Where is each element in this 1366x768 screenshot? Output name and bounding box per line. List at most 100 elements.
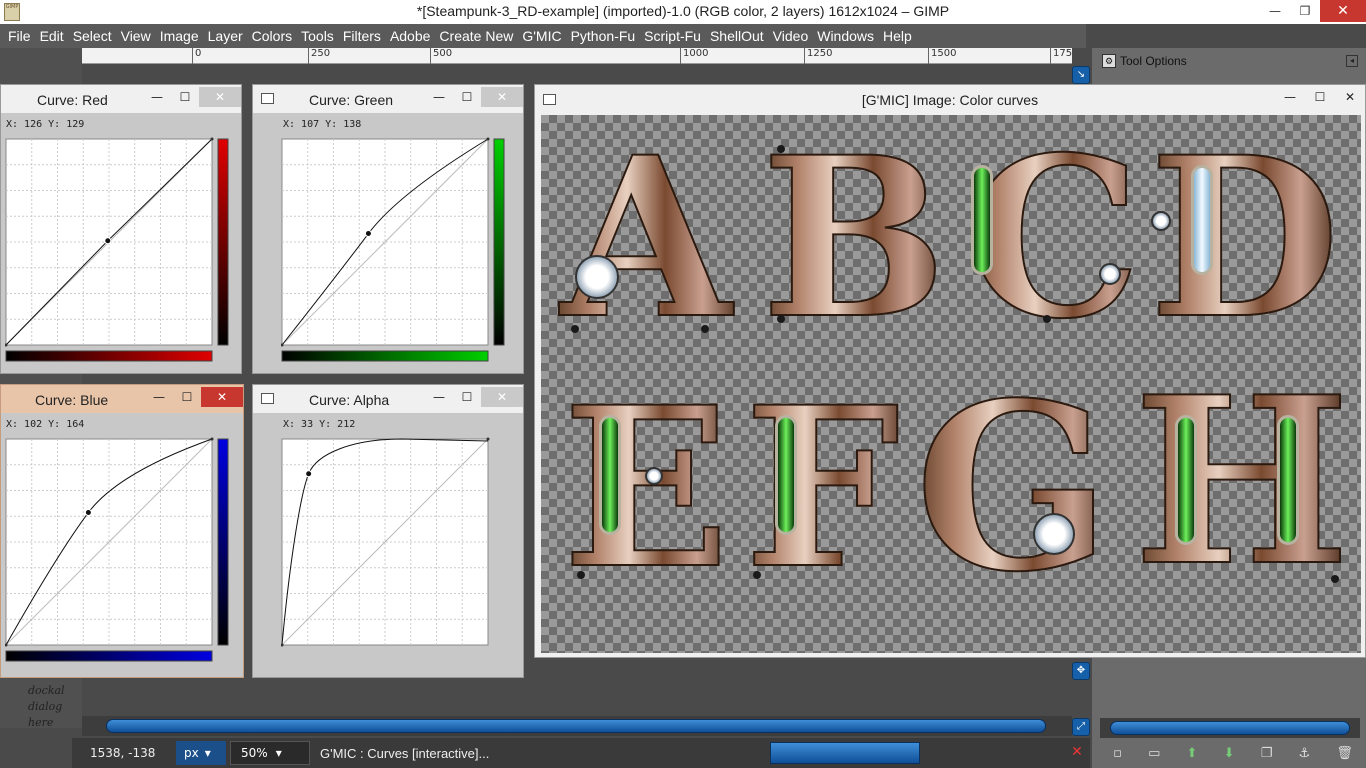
glow-tube — [971, 165, 993, 275]
delete-icon[interactable]: 🗑 — [1336, 746, 1353, 761]
menu-shellout[interactable]: ShellOut — [706, 28, 769, 44]
image-preview[interactable]: A B C D E F G H — [541, 115, 1361, 653]
close-button[interactable]: ✕ — [481, 387, 523, 407]
letter-g: G — [914, 353, 1112, 623]
status-bar: 1538, -138 px ▾ 50% ▾ G'MIC : Curves [inte… — [72, 738, 1090, 768]
menu-select[interactable]: Select — [69, 28, 117, 44]
minimize-button[interactable]: — — [425, 87, 453, 107]
menu-create-new[interactable]: Create New — [435, 28, 518, 44]
menu-windows[interactable]: Windows — [813, 28, 879, 44]
dock-scrollbar[interactable] — [1100, 718, 1360, 738]
close-button[interactable]: ✕ — [481, 87, 523, 107]
menu-python-fu[interactable]: Python-Fu — [567, 28, 641, 44]
ruler-tick: 250 — [308, 48, 330, 64]
progress-bar — [770, 742, 920, 764]
tool-options-tab[interactable]: ⚙ Tool Options — [1102, 54, 1187, 68]
canvas-scrollbar[interactable] — [82, 716, 1072, 736]
dialog-title: Curve: Blue — [35, 392, 109, 408]
folder-icon[interactable]: ▭ — [1148, 746, 1160, 761]
tool-options-icon: ⚙ — [1102, 54, 1116, 68]
curve-graph[interactable] — [281, 435, 521, 663]
curve-coords: X: 33 Y: 212 — [283, 419, 356, 430]
menu-view[interactable]: View — [117, 28, 156, 44]
new-icon[interactable]: ▫ — [1113, 746, 1122, 761]
bolt — [777, 315, 785, 323]
menu-help[interactable]: Help — [879, 28, 917, 44]
menu-file[interactable]: File — [4, 28, 36, 44]
curve-coords: X: 126 Y: 129 — [6, 119, 85, 130]
dialog-header: [G'MIC] Image: Color curves — ☐ ✕ — [535, 85, 1365, 115]
down-icon[interactable]: ⬇ — [1224, 746, 1235, 761]
maximize-button[interactable]: ☐ — [453, 387, 481, 407]
up-icon[interactable]: ⬆ — [1187, 746, 1198, 761]
close-button[interactable]: ✕ — [199, 87, 241, 107]
bolt — [753, 571, 761, 579]
menu-adobe[interactable]: Adobe — [386, 28, 435, 44]
menu-tools[interactable]: Tools — [297, 28, 339, 44]
curve-graph[interactable] — [5, 435, 237, 663]
control-point — [210, 137, 214, 141]
maximize-button[interactable]: ☐ — [1305, 87, 1335, 107]
menu-layer[interactable]: Layer — [204, 28, 248, 44]
maximize-button[interactable]: ❐ — [1290, 0, 1320, 22]
close-button[interactable]: ✕ — [201, 387, 243, 407]
dialog-title: Curve: Red — [37, 92, 108, 108]
navigate-icon[interactable]: ✥ — [1072, 662, 1090, 680]
curve-graph[interactable] — [5, 135, 237, 363]
menu-filters[interactable]: Filters — [339, 28, 386, 44]
maximize-button[interactable]: ☐ — [171, 87, 199, 107]
dialog-header: Curve: Blue — ☐ ✕ — [1, 385, 243, 413]
maximize-button[interactable]: ☐ — [173, 387, 201, 407]
close-button[interactable]: ✕ — [1320, 0, 1366, 22]
dock-button-bar: ▫ ▭ ⬆ ⬇ ❐ ⚓ 🗑 — [1100, 742, 1366, 764]
minimize-button[interactable]: — — [143, 87, 171, 107]
cancel-icon[interactable]: ✕ — [1068, 744, 1086, 762]
quick-mask-icon[interactable]: ↘ — [1072, 66, 1090, 84]
glow-tube — [1191, 165, 1213, 275]
menu-bar: File Edit Select View Image Layer Colors… — [0, 24, 1086, 48]
scrollbar-thumb[interactable] — [1110, 721, 1350, 735]
chevron-down-icon: ▾ — [275, 746, 282, 760]
glow-tube — [1277, 415, 1299, 545]
horizontal-ruler[interactable]: 0 250 500 1000 1250 1500 175 — [82, 48, 1072, 64]
menu-gmic[interactable]: G'MIC — [518, 28, 566, 44]
menu-edit[interactable]: Edit — [36, 28, 69, 44]
curve-panel: X: 33 Y: 212 — [253, 413, 523, 677]
menu-image[interactable]: Image — [156, 28, 204, 44]
zoom-select[interactable]: 50% ▾ — [230, 741, 310, 765]
scrollbar-thumb[interactable] — [106, 719, 1046, 733]
curve-blue-dialog: Curve: Blue — ☐ ✕ X: 102 Y: 164 — [0, 384, 244, 678]
input-gradient-bar — [5, 650, 213, 662]
close-button[interactable]: ✕ — [1335, 87, 1365, 107]
output-gradient-bar — [493, 138, 505, 346]
letter-d: D — [1148, 115, 1341, 367]
unit-select[interactable]: px ▾ — [176, 741, 226, 765]
dialog-title: [G'MIC] Image: Color curves — [861, 92, 1039, 108]
menu-colors[interactable]: Colors — [248, 28, 297, 44]
curve-graph[interactable] — [281, 135, 521, 363]
minimize-button[interactable]: — — [1260, 0, 1290, 22]
maximize-button[interactable]: ☐ — [453, 87, 481, 107]
pointer-coords: 1538, -138 — [90, 746, 156, 760]
dock-menu-arrow-icon[interactable]: ◂ — [1346, 55, 1358, 67]
bolt — [1043, 315, 1051, 323]
dialog-header: Curve: Green — ☐ ✕ — [253, 85, 523, 113]
chevron-down-icon: ▾ — [204, 746, 211, 760]
curve-green-dialog: Curve: Green — ☐ ✕ X: 107 Y: 138 — [252, 84, 524, 374]
title-bar: GIMP *[Steampunk-3_RD-example] (imported… — [0, 0, 1366, 24]
minimize-button[interactable]: — — [425, 387, 453, 407]
control-point — [104, 237, 112, 245]
glow-tube — [1175, 415, 1197, 545]
minimize-button[interactable]: — — [1275, 87, 1305, 107]
pressure-gauge — [1151, 211, 1171, 231]
bolt — [777, 145, 785, 153]
menu-video[interactable]: Video — [769, 28, 814, 44]
zoom-fit-icon[interactable]: ⤢ — [1072, 718, 1090, 736]
dockable-hint: dockal dialog here — [28, 684, 65, 729]
menu-script-fu[interactable]: Script-Fu — [640, 28, 706, 44]
dialog-title: Curve: Green — [309, 92, 394, 108]
minimize-button[interactable]: — — [145, 387, 173, 407]
anchor-icon[interactable]: ⚓ — [1299, 746, 1311, 761]
ruler-tick: 1250 — [804, 48, 832, 64]
duplicate-icon[interactable]: ❐ — [1261, 746, 1273, 761]
